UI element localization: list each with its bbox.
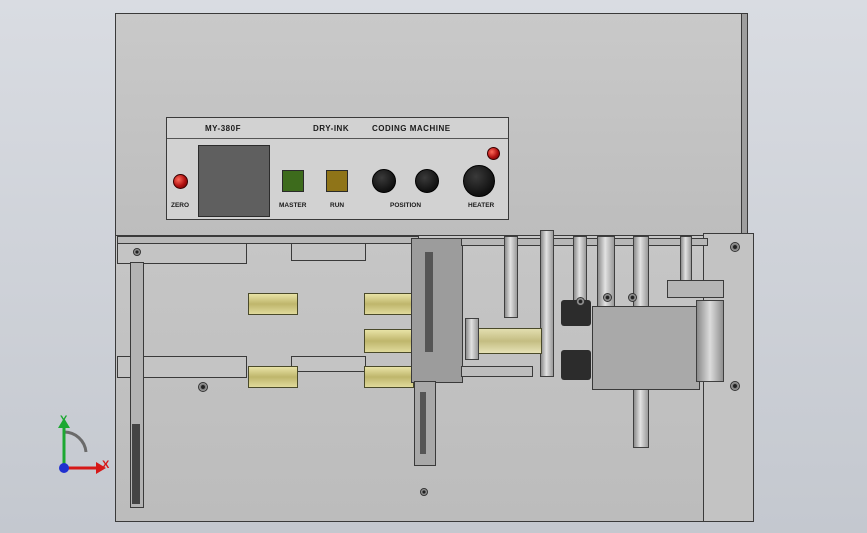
heater-label: HEATER [468, 202, 495, 209]
roller-rod-1 [504, 236, 518, 318]
rail-screw-top [133, 248, 141, 256]
drive-roller-cap [465, 318, 479, 360]
tape-guide-middle-right [364, 329, 414, 353]
side-screw-top [730, 242, 740, 252]
tape-guide-upper-right [364, 293, 414, 315]
slider-slot [425, 252, 433, 352]
type-label: DRY-INK [313, 124, 350, 133]
tape-guide-upper-left [248, 293, 298, 315]
heater-block [592, 306, 700, 390]
heater-screw-3 [576, 297, 585, 306]
zero-label: ZERO [171, 202, 190, 209]
position-label: POSITION [390, 202, 422, 209]
heater-lamp [487, 147, 500, 160]
tape-guide-lower-left [248, 366, 298, 388]
top-rail-strip [117, 236, 419, 244]
upper-housing-edge [741, 13, 748, 237]
print-head-slider [411, 238, 463, 383]
heater-screw-2 [603, 293, 612, 302]
zero-lamp [173, 174, 188, 189]
connecting-rail [461, 366, 533, 377]
heater-clamp-bottom [561, 350, 591, 380]
tape-guide-lower-right [364, 366, 414, 388]
base-screw-bottom [420, 488, 428, 496]
panel-header: MY-380F DRY-INK CODING MACHINE [167, 118, 508, 139]
top-guide-block [291, 242, 366, 261]
position-knob-left[interactable] [372, 169, 396, 193]
z-axis-dot-icon [59, 463, 69, 473]
model-label: MY-380F [205, 124, 241, 133]
heater-bracket [667, 280, 724, 298]
run-button[interactable] [326, 170, 348, 192]
x-axis-label: X [102, 459, 110, 471]
master-label: MASTER [279, 202, 307, 209]
machine-label: CODING MACHINE [372, 124, 451, 133]
base-screw-left [198, 382, 208, 392]
master-button[interactable] [282, 170, 304, 192]
side-screw-bottom [730, 381, 740, 391]
display-screen [198, 145, 270, 217]
position-knob-right[interactable] [415, 169, 439, 193]
roller-rod-2 [540, 230, 554, 377]
heater-screw-1 [628, 293, 637, 302]
heater-shaft [696, 300, 724, 382]
vertical-slot [132, 424, 140, 504]
slider-arm-slot [420, 392, 426, 454]
middle-guide-block [291, 356, 366, 372]
heater-knob[interactable] [463, 165, 495, 197]
run-label: RUN [330, 202, 345, 209]
y-axis-label: Y [60, 414, 68, 426]
